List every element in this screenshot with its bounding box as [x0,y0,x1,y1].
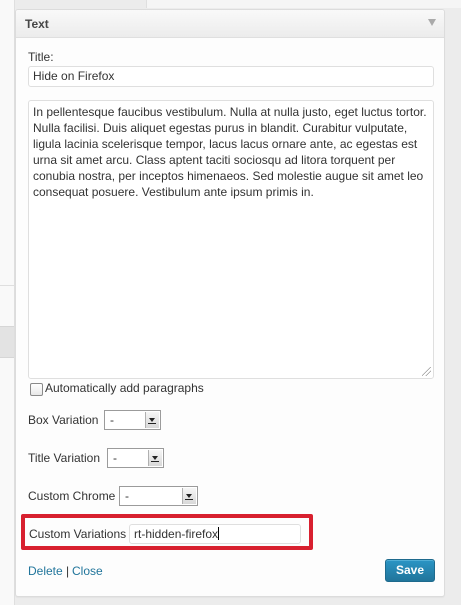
background-panel [146,0,461,8]
custom-chrome-value: - [125,489,129,503]
close-link[interactable]: Close [72,564,103,578]
content-text: In pellentesque faucibus vestibulum. Nul… [33,105,427,199]
link-separator: | [66,564,70,578]
title-variation-value: - [113,451,117,465]
widget-header[interactable]: Text [16,10,444,38]
title-label: Title: [28,50,54,64]
custom-variations-input[interactable]: rt-hidden-firefox [129,524,301,544]
box-variation-value: - [110,413,114,427]
box-variation-select[interactable]: - [104,410,161,430]
title-variation-label: Title Variation [28,451,101,465]
content-textarea[interactable]: In pellentesque faucibus vestibulum. Nul… [28,100,434,379]
background-divider [0,285,14,286]
box-variation-label: Box Variation [28,413,99,427]
custom-variations-label: Custom Variations [29,527,127,541]
title-variation-select[interactable]: - [107,448,164,468]
custom-chrome-select[interactable]: - [119,486,198,506]
delete-link[interactable]: Delete [28,564,63,578]
chevron-down-icon [148,450,162,466]
text-cursor [218,527,220,540]
title-input[interactable]: Hide on Firefox [28,66,434,87]
resize-grip-icon[interactable] [422,367,431,376]
chevron-down-icon [182,488,196,504]
auto-paragraphs-checkbox[interactable] [30,383,43,396]
custom-chrome-label: Custom Chrome [28,489,116,503]
auto-paragraphs-label: Automatically add paragraphs [45,381,204,395]
text-widget-panel: Text Title: Hide on Firefox In pellentes… [15,9,445,597]
background-sidebar [0,0,15,605]
chevron-down-icon [145,412,159,428]
background-strip [0,326,14,358]
widget-title: Text [25,17,49,31]
save-button[interactable]: Save [385,559,435,582]
custom-variations-value: rt-hidden-firefox [134,527,219,541]
triangle-down-icon[interactable] [428,19,436,26]
